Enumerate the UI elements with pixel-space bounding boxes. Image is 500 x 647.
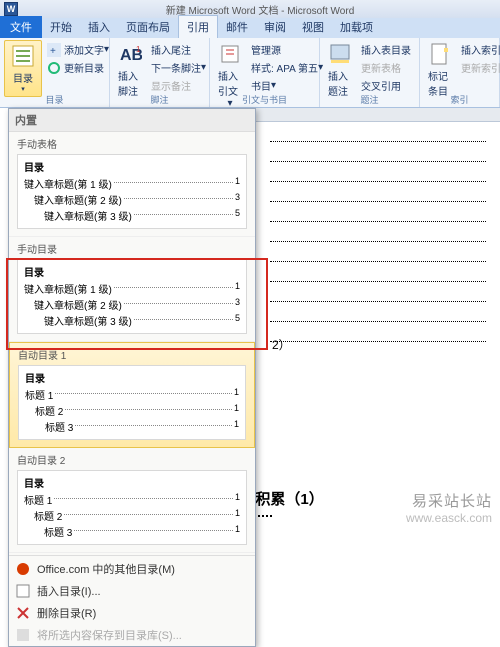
footnote-icon: AB1 (118, 42, 142, 66)
remove-toc-icon (15, 605, 31, 621)
toc-button[interactable]: 目录 ▾ (4, 40, 42, 97)
mark-entry-button[interactable]: 标记条目 (424, 40, 456, 100)
tab-insert[interactable]: 插入 (80, 16, 118, 38)
tab-mail[interactable]: 邮件 (218, 16, 256, 38)
citation-style-button[interactable]: 样式: APA 第五 ▾ (249, 59, 325, 76)
insert-footnote-button[interactable]: AB1 插入脚注 (114, 40, 146, 100)
show-notes-button[interactable]: 显示备注 (149, 77, 208, 94)
svg-text:1: 1 (136, 45, 141, 54)
next-footnote-button[interactable]: 下一条脚注 ▾ (149, 59, 208, 76)
insert-index-button[interactable]: 插入索引 (459, 41, 500, 58)
gallery-item-manual-table[interactable]: 手动表格 目录 键入章标题(第 1 级)1 键入章标题(第 2 级)3 键入章标… (9, 132, 255, 237)
word-app-icon: W (4, 2, 18, 16)
menu-insert-toc[interactable]: 插入目录(I)... (9, 580, 255, 602)
toc-icon (11, 44, 35, 68)
document-canvas[interactable] (256, 122, 500, 348)
add-text-button[interactable]: +添加文字 ▾ (45, 41, 111, 58)
insert-toc-icon (15, 583, 31, 599)
group-label-citation: 引文与书目 (210, 93, 319, 106)
watermark: 易采站长站 www.easck.com (406, 490, 492, 525)
ribbon-group-index: 标记条目 插入索引 更新索引 索引 (420, 38, 500, 107)
toc-button-label: 目录 (13, 70, 33, 85)
tab-view[interactable]: 视图 (294, 16, 332, 38)
tab-home[interactable]: 开始 (42, 16, 80, 38)
dropdown-section-builtin: 内置 (9, 109, 255, 132)
bibliography-button[interactable]: 书目 ▾ (249, 77, 325, 94)
ribbon-group-caption: 插入题注 插入表目录 更新表格 交叉引用 题注 (320, 38, 420, 107)
insert-caption-button[interactable]: 插入题注 (324, 40, 356, 100)
ribbon-tabs: 文件 开始 插入 页面布局 引用 邮件 审阅 视图 加载项 (0, 18, 500, 38)
preview-manual-table: 目录 键入章标题(第 1 级)1 键入章标题(第 2 级)3 键入章标题(第 3… (17, 154, 247, 229)
ribbon: 目录 ▾ +添加文字 ▾ 更新目录 目录 AB1 插入脚注 插入尾注 下一条脚注… (0, 38, 500, 108)
update-table-button[interactable]: 更新表格 (359, 59, 413, 76)
group-label-toc: 目录 (0, 93, 109, 106)
preview-auto-1: 目录 标题 11 标题 21 标题 31 (18, 365, 246, 440)
tab-addins[interactable]: 加载项 (332, 16, 381, 38)
save-icon (15, 627, 31, 643)
update-icon (47, 61, 61, 75)
menu-save-selection-toc: 将所选内容保存到目录库(S)... (9, 624, 255, 646)
ribbon-group-footnote: AB1 插入脚注 插入尾注 下一条脚注 ▾ 显示备注 脚注 (110, 38, 210, 107)
chevron-down-icon: ▾ (21, 85, 25, 93)
update-index-button[interactable]: 更新索引 (459, 59, 500, 76)
cross-reference-button[interactable]: 交叉引用 (359, 77, 413, 94)
group-label-caption: 题注 (320, 93, 419, 106)
citation-icon (218, 42, 242, 66)
gallery-item-manual-toc[interactable]: 手动目录 目录 键入章标题(第 1 级)1 键入章标题(第 2 级)3 键入章标… (9, 237, 255, 342)
manage-sources-button[interactable]: 管理源 (249, 41, 325, 58)
insert-endnote-button[interactable]: 插入尾注 (149, 41, 208, 58)
preview-manual-toc: 目录 键入章标题(第 1 级)1 键入章标题(第 2 级)3 键入章标题(第 3… (17, 259, 247, 334)
group-label-footnote: 脚注 (110, 93, 209, 106)
gallery-item-auto-toc-2[interactable]: 自动目录 2 目录 标题 11 标题 21 标题 31 (9, 448, 255, 553)
toc-gallery-dropdown: 内置 手动表格 目录 键入章标题(第 1 级)1 键入章标题(第 2 级)3 键… (8, 108, 256, 647)
index-icon (428, 42, 452, 66)
insert-table-figures-button[interactable]: 插入表目录 (359, 41, 413, 58)
tab-layout[interactable]: 页面布局 (118, 16, 178, 38)
office-icon (15, 561, 31, 577)
preview-auto-2: 目录 标题 11 标题 21 标题 31 (17, 470, 247, 545)
caption-icon (328, 42, 352, 66)
add-text-icon: + (47, 43, 61, 57)
menu-remove-toc[interactable]: 删除目录(R) (9, 602, 255, 624)
gallery-item-auto-toc-1[interactable]: 自动目录 1 目录 标题 11 标题 21 标题 31 (9, 342, 255, 448)
group-label-index: 索引 (420, 93, 499, 106)
tab-references[interactable]: 引用 (178, 15, 218, 38)
update-toc-button[interactable]: 更新目录 (45, 59, 111, 76)
document-title: 新建 Microsoft Word 文档 - Microsoft Word (24, 2, 496, 17)
ribbon-group-toc: 目录 ▾ +添加文字 ▾ 更新目录 目录 (0, 38, 110, 107)
tab-review[interactable]: 审阅 (256, 16, 294, 38)
svg-text:+: + (50, 46, 56, 57)
page-fragment-text: 2） (272, 336, 291, 353)
ribbon-group-citation: 插入引文▾ 管理源 样式: APA 第五 ▾ 书目 ▾ 引文与书目 (210, 38, 320, 107)
tab-file[interactable]: 文件 (0, 16, 42, 38)
menu-office-more-toc[interactable]: Office.com 中的其他目录(M) (9, 558, 255, 580)
